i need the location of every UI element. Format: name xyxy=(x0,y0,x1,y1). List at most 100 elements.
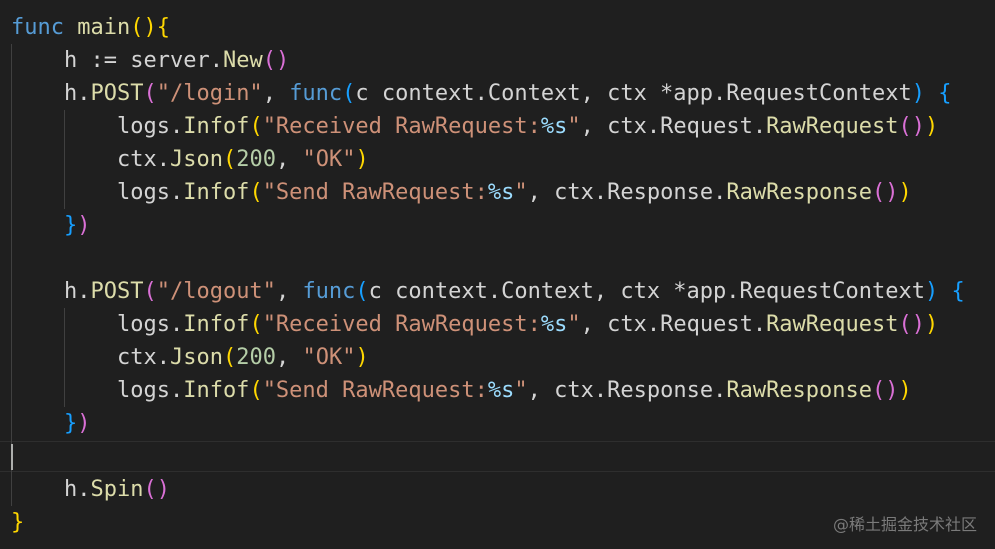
code-token: . xyxy=(209,48,223,73)
code-token: ) xyxy=(355,147,369,172)
code-token: Infof xyxy=(183,378,250,403)
code-token: () xyxy=(143,477,170,502)
code-token: ctx xyxy=(554,180,594,205)
code-token: Response xyxy=(607,378,714,403)
code-token: , xyxy=(275,147,303,172)
code-token: Request xyxy=(660,312,753,337)
code-token: logs xyxy=(116,312,170,337)
code-line[interactable]: func main(){ xyxy=(11,11,170,44)
code-line[interactable]: logs.Infof("Send RawRequest:%s", ctx.Res… xyxy=(11,374,912,407)
code-token: 200 xyxy=(236,147,276,172)
code-token: . xyxy=(646,312,661,337)
code-token: , xyxy=(527,378,555,403)
code-token: } xyxy=(63,213,78,238)
code-token: , xyxy=(275,345,303,370)
code-token: " xyxy=(514,180,528,205)
code-token: . xyxy=(713,180,727,205)
code-line[interactable]: h.POST("/logout", func(c context.Context… xyxy=(11,275,965,308)
code-token: . xyxy=(713,378,727,403)
code-token: RawRequest xyxy=(766,312,899,337)
code-line[interactable]: }) xyxy=(11,407,91,440)
code-token: " xyxy=(567,312,581,337)
code-token: New xyxy=(222,48,263,73)
code-token: . xyxy=(752,114,767,139)
code-token: ) xyxy=(898,378,912,403)
code-token: . xyxy=(156,345,170,370)
code-line[interactable]: logs.Infof("Send RawRequest:%s", ctx.Res… xyxy=(11,176,912,209)
watermark: @稀土掘金技术社区 xyxy=(832,515,977,534)
text-cursor xyxy=(11,444,13,470)
code-token: %s xyxy=(540,114,568,139)
code-token: } xyxy=(11,510,25,535)
code-line[interactable]: h.Spin() xyxy=(11,473,170,506)
code-token: ) xyxy=(898,180,912,205)
code-token: logs xyxy=(116,114,170,139)
code-token: ) xyxy=(911,81,925,106)
code-token: 200 xyxy=(236,345,276,370)
code-line[interactable]: logs.Infof("Received RawRequest:%s", ctx… xyxy=(11,110,938,143)
code-token: ) xyxy=(924,279,939,304)
code-token: () xyxy=(898,312,926,337)
code-token: POST xyxy=(90,81,144,106)
code-token: Infof xyxy=(183,180,250,205)
code-token: () xyxy=(898,114,926,139)
code-token: ( xyxy=(143,279,157,304)
code-token: server xyxy=(130,48,210,73)
code-line[interactable]: ctx.Json(200, "OK") xyxy=(11,143,369,176)
code-token: ctx xyxy=(116,147,157,172)
code-token: . xyxy=(169,180,184,205)
code-token: func xyxy=(302,279,356,304)
code-token: h xyxy=(63,279,78,304)
code-token: . xyxy=(593,180,608,205)
code-line[interactable]: ctx.Json(200, "OK") xyxy=(11,341,369,374)
code-editor[interactable]: func main(){ h := server.New() h.POST("/… xyxy=(0,0,995,549)
code-token: logs xyxy=(116,378,170,403)
code-token: Json xyxy=(169,345,223,370)
code-token: logs xyxy=(116,180,170,205)
code-token: RawResponse xyxy=(726,180,873,205)
code-token: Json xyxy=(169,147,223,172)
code-token: "Send RawRequest: xyxy=(262,378,488,403)
code-token: . xyxy=(169,312,184,337)
code-token: ( xyxy=(222,147,237,172)
code-token: func xyxy=(11,15,64,40)
code-token: { xyxy=(156,15,170,40)
code-line[interactable]: logs.Infof("Received RawRequest:%s", ctx… xyxy=(11,308,938,341)
code-token: () xyxy=(872,378,899,403)
code-token: Infof xyxy=(183,114,250,139)
code-token: , xyxy=(580,114,608,139)
code-token: ctx xyxy=(607,312,647,337)
code-token: () xyxy=(872,180,899,205)
code-token: Infof xyxy=(183,312,250,337)
code-line[interactable]: }) xyxy=(11,209,91,242)
code-line[interactable]: h.POST("/login", func(c context.Context,… xyxy=(11,77,951,110)
code-token: () xyxy=(262,48,290,73)
code-token: "Received RawRequest: xyxy=(262,312,541,337)
code-token: . xyxy=(77,477,91,502)
code-token: . xyxy=(752,312,767,337)
code-token: ( xyxy=(143,81,157,106)
code-line[interactable]: } xyxy=(11,506,24,539)
code-token: , xyxy=(262,81,290,106)
code-token: %s xyxy=(487,180,515,205)
code-token: ctx xyxy=(554,378,594,403)
code-token: POST xyxy=(90,279,144,304)
code-token: ) xyxy=(355,345,369,370)
code-line[interactable]: h := server.New() xyxy=(11,44,289,77)
code-token: . xyxy=(77,81,91,106)
code-token: "OK" xyxy=(302,345,356,370)
code-token: Response xyxy=(607,180,714,205)
code-token: c context.Context, ctx *app.RequestConte… xyxy=(368,279,925,304)
code-token: Spin xyxy=(90,477,144,502)
code-token: h xyxy=(63,477,78,502)
code-token: %s xyxy=(540,312,568,337)
